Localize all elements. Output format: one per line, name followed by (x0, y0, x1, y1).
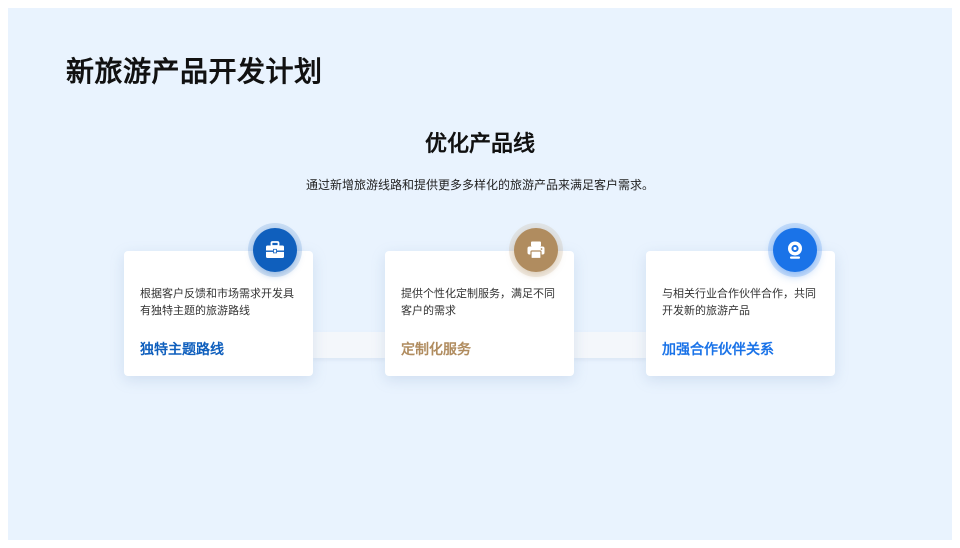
connector-1 (313, 332, 385, 358)
card-description: 根据客户反馈和市场需求开发具有独特主题的旅游路线 (140, 287, 294, 317)
card-description: 提供个性化定制服务，满足不同客户的需求 (401, 287, 555, 317)
card-title: 独特主题路线 (140, 342, 224, 358)
card-title: 加强合作伙伴关系 (662, 342, 774, 358)
connector-2 (574, 332, 646, 358)
section-title: 优化产品线 (424, 132, 535, 157)
printer-icon (514, 228, 558, 272)
webcam-icon (773, 228, 817, 272)
card-description: 与相关行业合作伙伴合作，共同开发新的旅游产品 (662, 287, 816, 317)
card-title: 定制化服务 (401, 342, 471, 358)
slide: 新旅游产品开发计划 优化产品线 通过新增旅游线路和提供更多多样化的旅游产品来满足… (8, 8, 952, 540)
page-title: 新旅游产品开发计划 (66, 55, 323, 88)
card-partnership: 与相关行业合作伙伴合作，共同开发新的旅游产品 加强合作伙伴关系 (646, 251, 835, 376)
section-description: 通过新增旅游线路和提供更多多样化的旅游产品来满足客户需求。 (305, 178, 654, 192)
briefcase-icon (253, 228, 297, 272)
